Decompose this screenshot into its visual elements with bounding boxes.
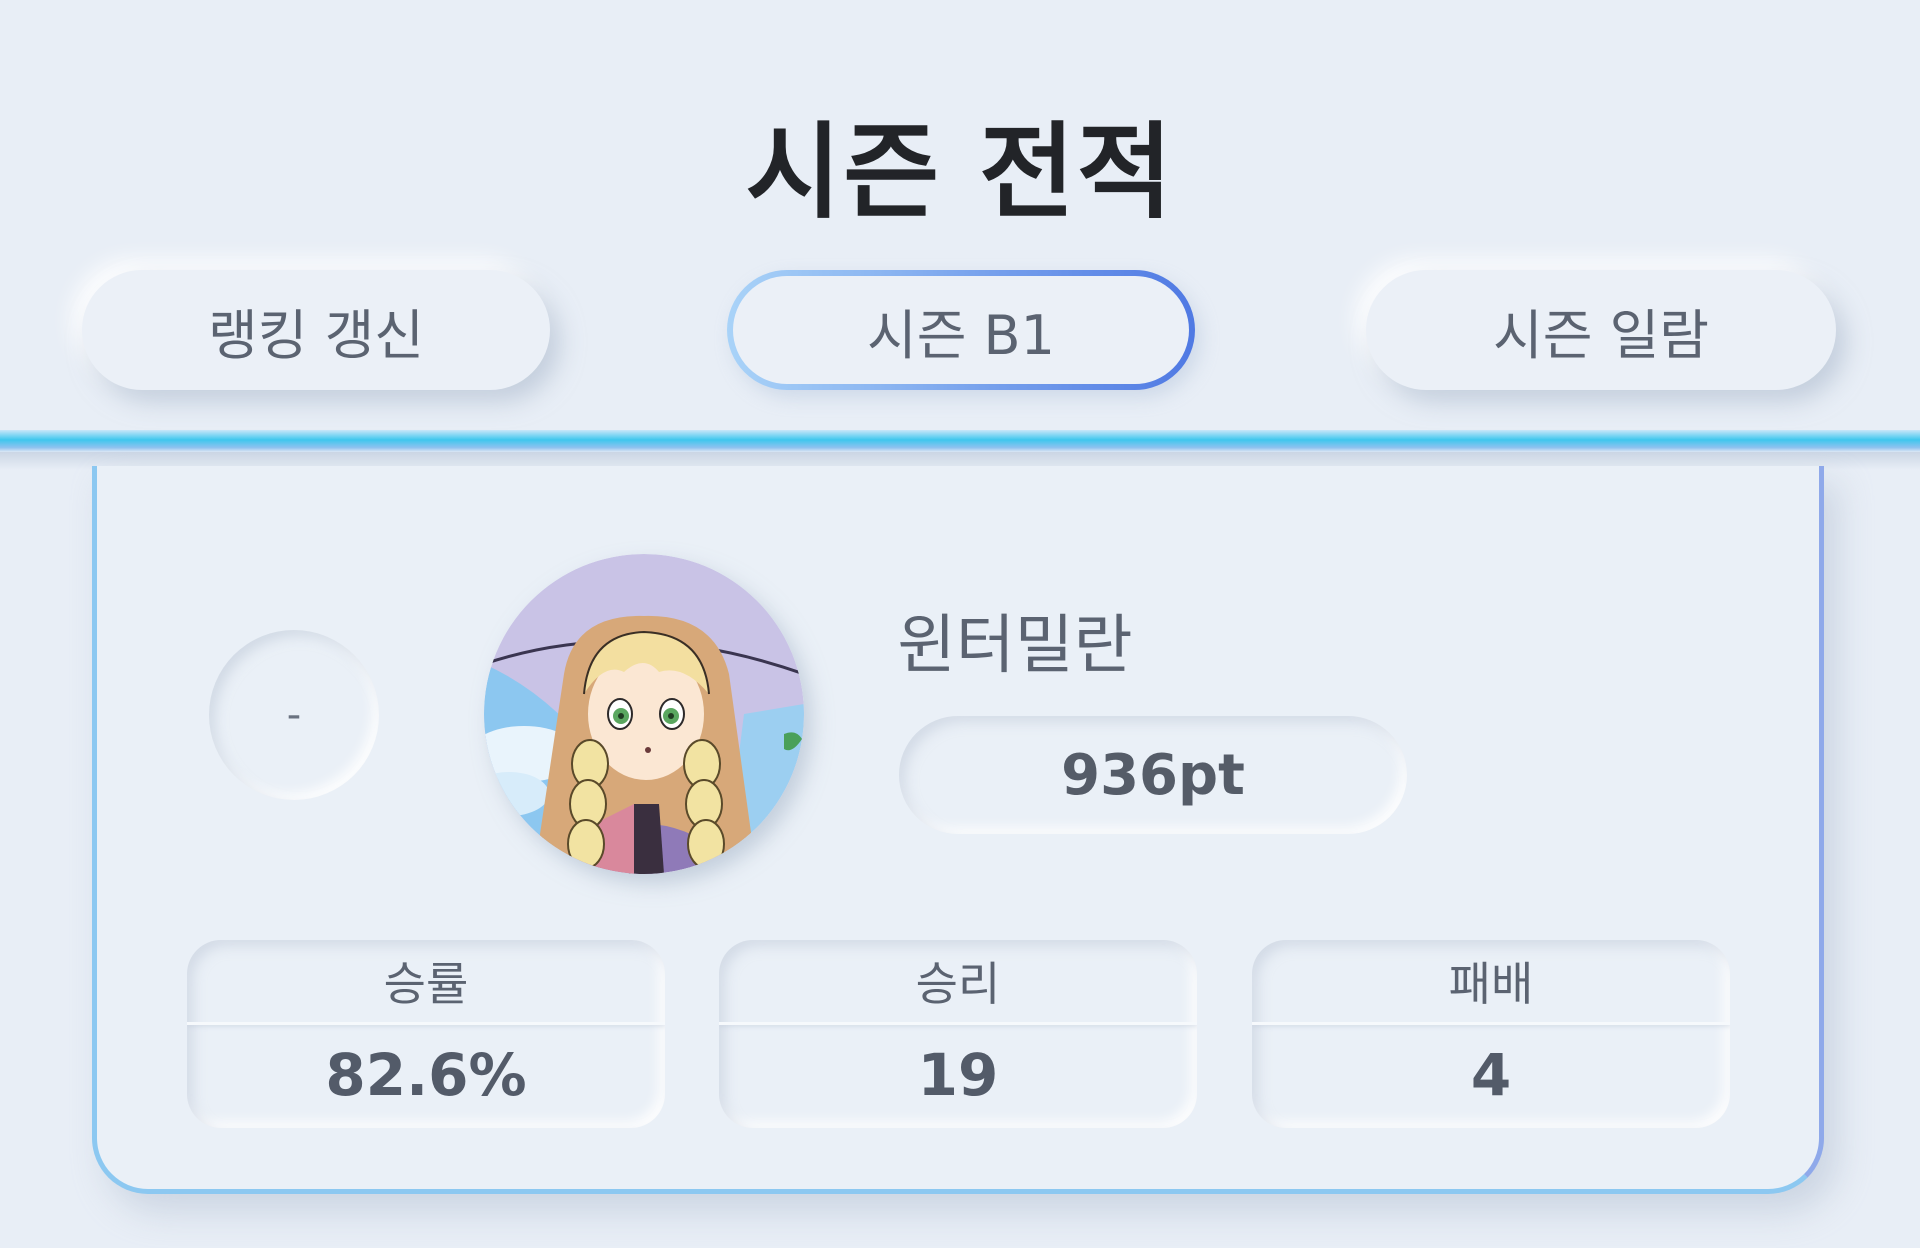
stat-losses-label: 패배 xyxy=(1252,940,1730,1025)
stat-wins-label: 승리 xyxy=(719,940,1197,1025)
avatar-illustration xyxy=(484,554,804,874)
stat-losses: 패배 4 xyxy=(1252,940,1730,1128)
rank-badge: - xyxy=(209,630,379,800)
refresh-ranking-button[interactable]: 랭킹 갱신 xyxy=(82,270,550,390)
season-list-button[interactable]: 시즌 일람 xyxy=(1366,270,1836,390)
season-b1-button[interactable]: 시즌 B1 xyxy=(727,270,1195,390)
player-points: 936pt xyxy=(899,716,1407,834)
stat-win-rate: 승률 82.6% xyxy=(187,940,665,1128)
player-name: 윈터밀란 xyxy=(897,609,1133,683)
season-b1-label: 시즌 B1 xyxy=(733,276,1189,384)
stat-win-rate-label: 승률 xyxy=(187,940,665,1025)
stat-wins: 승리 19 xyxy=(719,940,1197,1128)
page-title: 시즌 전적 xyxy=(745,111,1175,233)
stat-wins-value: 19 xyxy=(917,1041,999,1109)
player-record-card: - 윈터밀란 936pt 승률 82.6% 승리 19 패배 4 xyxy=(92,466,1824,1194)
player-avatar-icon xyxy=(484,554,804,874)
stat-win-rate-value: 82.6% xyxy=(325,1041,527,1109)
stat-losses-value: 4 xyxy=(1470,1041,1512,1109)
header-divider xyxy=(0,430,1920,452)
